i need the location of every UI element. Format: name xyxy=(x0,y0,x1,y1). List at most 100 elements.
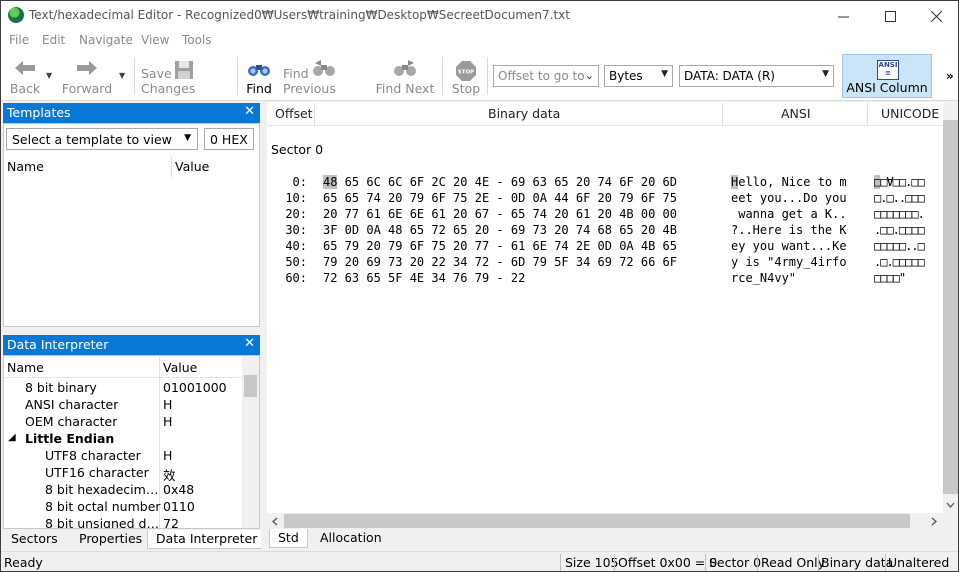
tab-sectors[interactable]: Sectors xyxy=(3,530,66,549)
interpreter-row[interactable]: 8 bit unsigned dec... 72 xyxy=(4,515,241,528)
template-offset-input[interactable]: 0 HEX xyxy=(204,128,254,150)
forward-dropdown-icon[interactable]: ▼ xyxy=(119,71,125,80)
pane-splitter[interactable] xyxy=(261,102,266,550)
interpreter-row[interactable]: OEM character H xyxy=(4,413,241,430)
template-select-value: Select a template to view xyxy=(12,132,172,147)
interpreter-row[interactable]: ANSI character H xyxy=(4,396,241,413)
hex-bytes-text: 65 6C 6C 6F 2C 20 4E - 69 63 65 20 74 6F… xyxy=(337,175,678,189)
offset-column-header[interactable]: Offset xyxy=(275,106,313,121)
offset-goto-input[interactable]: Offset to go to ⌄ xyxy=(493,65,599,87)
tab-data-interpreter[interactable]: Data Interpreter xyxy=(147,530,267,549)
close-button[interactable] xyxy=(913,1,958,31)
row-offset: 40: xyxy=(285,239,307,253)
toolbar-overflow-icon[interactable]: » xyxy=(946,69,954,83)
save-changes-button[interactable]: Save Changes xyxy=(141,53,227,99)
stop-button[interactable]: STOP Stop xyxy=(449,53,483,99)
collapse-triangle-icon[interactable]: ◢ xyxy=(8,432,16,443)
hex-horizontal-scrollbar[interactable] xyxy=(267,513,943,529)
menu-tools[interactable]: Tools xyxy=(182,33,212,47)
scrollbar-thumb[interactable] xyxy=(943,120,958,494)
tab-allocation[interactable]: Allocation xyxy=(312,529,390,548)
hex-bytes[interactable]: 20 77 61 6E 6E 61 20 67 - 65 74 20 61 20… xyxy=(323,206,677,222)
hex-bytes[interactable]: 72 63 65 5F 4E 34 76 79 - 22 xyxy=(323,270,525,286)
scrollbar-thumb[interactable] xyxy=(284,514,910,528)
back-button[interactable]: Back xyxy=(5,53,45,99)
toolbar-separator xyxy=(134,57,135,95)
find-previous-button[interactable]: Find Previous xyxy=(283,53,365,99)
unicode-text[interactable]: □.□..□□□ xyxy=(874,190,925,206)
maximize-button[interactable] xyxy=(867,1,913,31)
unicode-text-content: □□□□□..□ xyxy=(874,239,925,253)
ansi-text-content: wanna get a K.. xyxy=(731,207,847,221)
hex-bytes[interactable]: 65 79 20 79 6F 75 20 77 - 61 6E 74 2E 0D… xyxy=(323,238,677,254)
interpreter-scrollbar[interactable] xyxy=(242,357,259,528)
unit-select-value: Bytes xyxy=(609,69,643,83)
unicode-text[interactable]: □□□□□□□. xyxy=(874,206,925,222)
ansi-text[interactable]: rce_N4vy" xyxy=(731,270,796,286)
menu-file[interactable]: File xyxy=(9,33,29,47)
template-select[interactable]: Select a template to view ▼ xyxy=(6,128,198,150)
close-icon[interactable]: ✕ xyxy=(244,104,255,119)
interpreter-row[interactable]: 8 bit octal number 0110 xyxy=(4,498,241,515)
unicode-text-content: .□.□□□□□ xyxy=(874,255,925,269)
interpreter-row[interactable]: UTF8 character H xyxy=(4,447,241,464)
find-next-button[interactable]: Find Next xyxy=(375,53,435,99)
unicode-text[interactable]: □□□□□..□ xyxy=(874,238,925,254)
scroll-down-icon[interactable] xyxy=(946,500,955,509)
data-interpreter-title: Data Interpreter xyxy=(7,337,109,352)
column-divider xyxy=(314,103,315,125)
ansi-column-header[interactable]: ANSI xyxy=(781,106,811,121)
ansi-text[interactable]: ?..Here is the K xyxy=(731,222,847,238)
unicode-column-header[interactable]: UNICODE xyxy=(881,106,939,121)
data-source-select[interactable]: DATA: DATA (R) ▼ xyxy=(679,65,834,87)
forward-button[interactable]: Forward xyxy=(61,53,113,99)
menu-navigate[interactable]: Navigate xyxy=(79,33,133,47)
menu-view[interactable]: View xyxy=(141,33,169,47)
hex-bytes-text: 79 20 69 73 20 22 34 72 - 6D 79 5F 34 69… xyxy=(323,255,678,269)
unicode-text[interactable]: □□Ɐ□□.□□ xyxy=(874,174,925,190)
interpreter-group[interactable]: ◢ Little Endian xyxy=(4,430,241,447)
selected-byte[interactable]: 48 xyxy=(323,175,338,189)
hex-bytes[interactable]: 3F 0D 0A 48 65 72 65 20 - 69 73 20 74 68… xyxy=(323,222,677,238)
minimize-button[interactable] xyxy=(820,1,866,31)
status-bar: Ready Size 105 Offset 0x00 = 0 Sector 0 … xyxy=(1,551,958,571)
column-divider xyxy=(722,103,723,125)
window-title: Text/hexadecimal Editor - Recognized0₩Us… xyxy=(29,8,570,22)
forward-label: Forward xyxy=(61,81,113,96)
scroll-left-icon[interactable] xyxy=(271,517,280,526)
interpreter-row[interactable]: 8 bit binary 01001000 xyxy=(4,379,241,396)
hex-view[interactable] xyxy=(267,102,943,513)
tab-properties[interactable]: Properties xyxy=(71,530,150,549)
interpreter-row[interactable]: 8 bit hexadecimal ... 0x48 xyxy=(4,481,241,498)
toolbar-separator xyxy=(442,57,443,95)
find-button[interactable]: Find xyxy=(243,53,275,99)
unicode-text[interactable]: .□.□□□□□ xyxy=(874,254,925,270)
ansi-text[interactable]: ey you want...Ke xyxy=(731,238,847,254)
hex-vertical-scrollbar[interactable] xyxy=(943,102,958,513)
hex-bytes[interactable]: 65 65 74 20 79 6F 75 2E - 0D 0A 44 6F 20… xyxy=(323,190,677,206)
ansi-text[interactable]: Hello, Nice to m xyxy=(731,174,847,190)
back-dropdown-icon[interactable]: ▼ xyxy=(46,71,52,80)
tab-std[interactable]: Std xyxy=(269,529,308,548)
header-divider xyxy=(267,125,943,126)
scroll-right-icon[interactable] xyxy=(929,517,938,526)
ansi-column-button[interactable]: ANSI ≡ ANSI Column xyxy=(842,54,932,98)
unicode-text[interactable]: .□□.□□□□ xyxy=(874,222,925,238)
hex-bytes-text: 3F 0D 0A 48 65 72 65 20 - 69 73 20 74 68… xyxy=(323,223,678,237)
row-offset: 60: xyxy=(285,271,307,285)
interpreter-row[interactable]: UTF16 character 效 xyxy=(4,464,241,483)
menu-edit[interactable]: Edit xyxy=(42,33,65,47)
row-offset: 20: xyxy=(285,207,307,221)
ansi-text[interactable]: eet you...Do you xyxy=(731,190,847,206)
unit-select[interactable]: Bytes ▼ xyxy=(604,65,673,87)
dropdown-arrow-icon: ▼ xyxy=(661,69,668,79)
hex-bytes[interactable]: 79 20 69 73 20 22 34 72 - 6D 79 5F 34 69… xyxy=(323,254,677,270)
unicode-text-content: □□□□□□□. xyxy=(874,207,925,221)
binary-column-header[interactable]: Binary data xyxy=(488,106,560,121)
hex-bytes[interactable]: 48 65 6C 6C 6F 2C 20 4E - 69 63 65 20 74… xyxy=(323,174,677,190)
scrollbar-thumb[interactable] xyxy=(244,375,257,397)
ansi-text[interactable]: wanna get a K.. xyxy=(731,206,847,222)
unicode-text[interactable]: □□□□" xyxy=(874,270,906,286)
close-icon[interactable]: ✕ xyxy=(244,336,255,351)
ansi-text[interactable]: y is "4rmy_4irfo xyxy=(731,254,847,270)
